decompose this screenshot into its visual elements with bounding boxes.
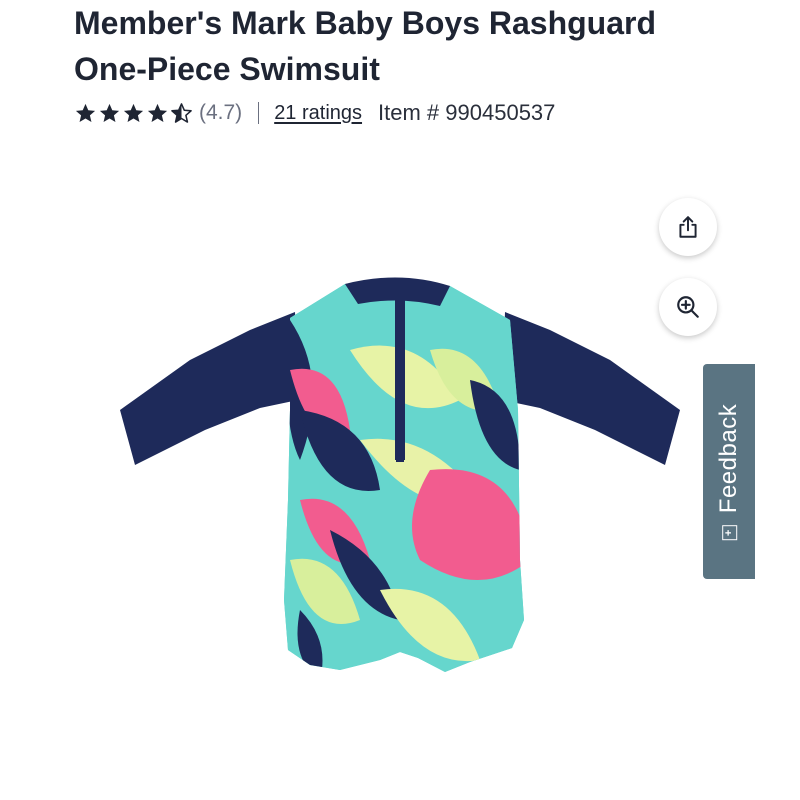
product-title: Member's Mark Baby Boys Rashguard One-Pi… — [74, 0, 714, 92]
rating-row: (4.7) 21 ratings Item # 990450537 — [74, 96, 555, 130]
rating-average: (4.7) — [199, 101, 243, 124]
share-icon — [679, 216, 697, 238]
zoom-in-icon — [677, 296, 699, 318]
product-title-line2: One-Piece Swimsuit — [74, 51, 380, 87]
star-full-icon — [99, 103, 120, 122]
feedback-icon: + — [721, 524, 737, 540]
product-title-line1: Member's Mark Baby Boys Rashguard — [74, 5, 657, 41]
feedback-tab[interactable]: + Feedback — [703, 364, 755, 579]
share-button[interactable] — [659, 198, 717, 256]
star-full-icon — [75, 103, 96, 122]
star-half-icon — [171, 102, 192, 123]
star-rating — [74, 102, 193, 125]
divider — [258, 102, 260, 124]
ratings-link[interactable]: 21 ratings — [274, 102, 362, 125]
zoom-button[interactable] — [659, 278, 717, 336]
product-image[interactable] — [100, 260, 700, 690]
feedback-label: Feedback — [715, 403, 742, 513]
star-full-icon — [123, 103, 144, 122]
item-number: Item # 990450537 — [378, 100, 556, 125]
star-full-icon — [147, 103, 168, 122]
